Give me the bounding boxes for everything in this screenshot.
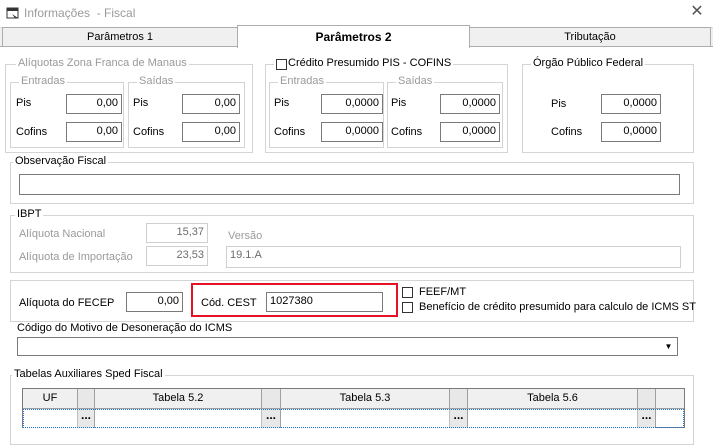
credito-saidas-pis-input[interactable]: 0,0000 [440,94,500,114]
zona-entradas-cofins-label: Cofins [16,126,48,138]
zona-saidas-cofins-input[interactable]: 0,00 [182,122,240,142]
observacao-legend: Observação Fiscal [13,155,109,167]
sped-grid: UF Tabela 5.2 Tabela 5.3 Tabela 5.6 ... … [22,388,685,428]
sped-col-tabela-56[interactable]: Tabela 5.6 [468,389,638,409]
credito-presumido-checkbox[interactable] [276,59,287,70]
cest-input[interactable]: 1027380 [266,292,383,312]
sped-cell-tabela-52[interactable] [95,409,262,428]
credito-saidas-pis-label: Pis [391,97,407,109]
orgao-pis-label: Pis [551,98,567,110]
sped-cell-tabela-56[interactable] [468,409,638,428]
sped-cell-tabela-53[interactable] [281,409,450,428]
zona-entradas-legend: Entradas [19,75,68,87]
tab-parametros-2[interactable]: Parâmetros 2 [237,25,470,48]
ibpt-importacao-input: 23,53 [146,246,208,266]
credito-saidas-legend: Saídas [396,75,435,87]
orgao-cofins-input[interactable]: 0,0000 [601,122,661,142]
orgao-pis-input[interactable]: 0,0000 [601,94,661,114]
zona-entradas-cofins-input[interactable]: 0,00 [66,122,122,142]
beneficio-checkbox[interactable] [402,302,413,313]
zona-entradas-pis-input[interactable]: 0,00 [66,94,122,114]
ibpt-legend: IBPT [15,208,44,220]
sped-col-52-btn-header [262,389,281,409]
feef-label: FEEF/MT [419,286,467,298]
sped-col-uf-btn-header [78,389,95,409]
sped-col-tabela-52[interactable]: Tabela 5.2 [95,389,262,409]
credito-entradas-legend: Entradas [278,75,327,87]
credito-saidas-cofins-label: Cofins [391,126,423,138]
tab-tributacao[interactable]: Tributação [469,27,711,47]
credito-entradas-pis-label: Pis [274,97,290,109]
credito-entradas-pis-input[interactable]: 0,0000 [321,94,383,114]
sped-53-lookup-button[interactable]: ... [450,409,468,428]
ibpt-versao-input: 19.1.A [226,246,681,268]
zona-franca-legend: Alíquotas Zona Franca de Manaus [16,57,189,69]
close-icon[interactable]: ✕ [688,3,706,21]
window-icon [6,7,19,19]
ibpt-importacao-label: Alíquota de Importação [19,251,133,263]
zona-saidas-pis-label: Pis [133,97,149,109]
sped-col-tabela-53[interactable]: Tabela 5.3 [281,389,450,409]
zona-entradas-pis-label: Pis [16,97,32,109]
sped-legend: Tabelas Auxiliares Sped Fiscal [12,368,165,380]
sped-col-filler [656,389,684,409]
cest-label: Cód. CEST [201,297,257,309]
sped-col-56-btn-header [638,389,656,409]
fecep-label: Alíquota do FECEP [19,297,115,309]
sped-52-lookup-button[interactable]: ... [262,409,281,428]
zona-saidas-legend: Saídas [137,75,176,87]
tab-parametros-1[interactable]: Parâmetros 1 [2,27,238,47]
zona-saidas-cofins-label: Cofins [133,126,165,138]
sped-cell-uf[interactable] [23,409,78,428]
credito-presumido-legend: Crédito Presumido PIS - COFINS [274,57,454,69]
window-title: Informações - Fiscal [24,6,136,20]
sped-col-53-btn-header [450,389,468,409]
chevron-down-icon[interactable]: ▼ [661,339,676,353]
observacao-input[interactable] [19,174,680,195]
sped-col-uf[interactable]: UF [23,389,78,409]
fecep-input[interactable]: 0,00 [126,292,183,312]
orgao-publico-legend: Órgão Público Federal [531,57,646,69]
desoneracao-select[interactable]: ▼ [17,337,678,356]
beneficio-label: Benefício de crédito presumido para calc… [419,301,696,313]
credito-saidas-cofins-input[interactable]: 0,0000 [440,122,500,142]
sped-56-lookup-button[interactable]: ... [638,409,656,428]
ibpt-nacional-label: Alíquota Nacional [19,228,106,240]
ibpt-nacional-input: 15,37 [146,223,208,243]
zona-saidas-pis-input[interactable]: 0,00 [182,94,240,114]
orgao-cofins-label: Cofins [551,126,583,138]
credito-entradas-cofins-label: Cofins [274,126,306,138]
sped-uf-lookup-button[interactable]: ... [78,409,95,428]
credito-entradas-cofins-input[interactable]: 0,0000 [321,122,383,142]
desoneracao-label: Código do Motivo de Desoneração do ICMS [17,322,233,334]
ibpt-versao-label: Versão [228,230,263,242]
feef-checkbox[interactable] [402,287,413,298]
